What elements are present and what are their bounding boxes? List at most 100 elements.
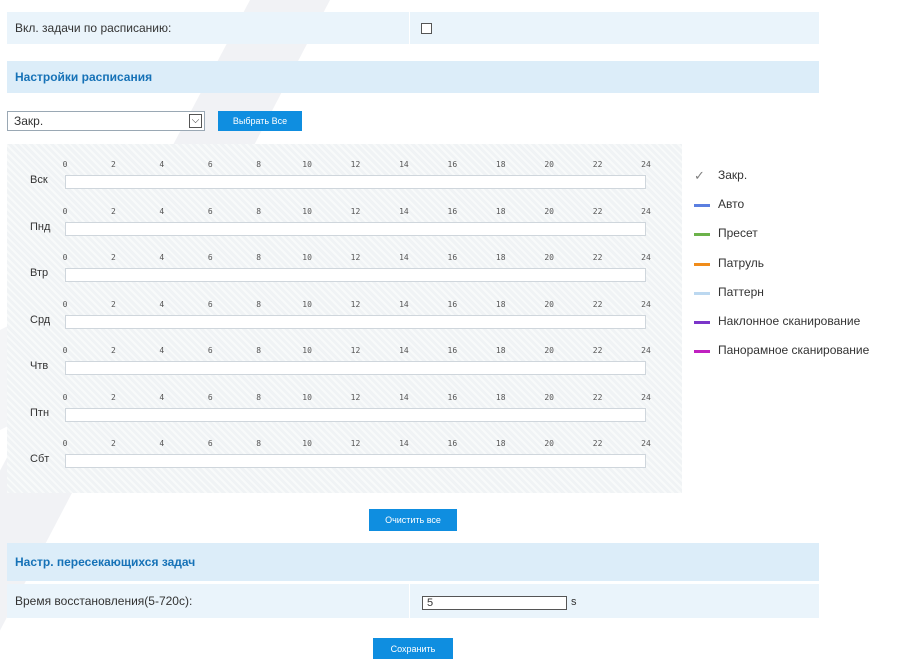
save-button[interactable]: Сохранить xyxy=(373,638,453,659)
hour-tick-label: 2 xyxy=(110,299,116,309)
hour-tick-label: 22 xyxy=(592,439,603,448)
hour-tick-label: 6 xyxy=(207,439,213,448)
hour-tick-label: 6 xyxy=(207,160,213,169)
row-divider xyxy=(409,584,410,618)
schedule-day-row: Втр 0 2 4 6 8 10 12 14 16 18 20 22 24 xyxy=(7,241,682,287)
hour-tick-label: 12 xyxy=(350,439,361,448)
hour-tick-label: 14 xyxy=(399,253,409,262)
hour-tick-label: 10 xyxy=(302,160,312,169)
day-label: Вск xyxy=(30,174,48,186)
schedule-day-row: Пнд 0 2 4 6 8 10 12 14 16 18 20 22 24 xyxy=(7,195,682,241)
hour-tick-label: 6 xyxy=(207,253,213,262)
hour-tick-label: 8 xyxy=(256,206,262,216)
legend-label: Наклонное сканирование xyxy=(718,314,861,328)
hour-tick-label: 8 xyxy=(256,253,262,262)
hour-tick-label: 22 xyxy=(592,160,603,169)
hour-tick-label: 8 xyxy=(256,392,262,402)
hour-tick-label: 18 xyxy=(495,346,506,355)
schedule-day-row: Вск 0 2 4 6 8 10 12 14 16 18 20 22 24 xyxy=(7,148,682,194)
hour-tick-label: 24 xyxy=(641,253,651,262)
hour-tick-label: 10 xyxy=(302,439,312,448)
eraser-icon: ✓ xyxy=(694,168,705,183)
legend-label: Закр. xyxy=(718,168,748,182)
overlap-settings-title: Настр. пересекающихся задач xyxy=(15,555,196,569)
hour-tick-label: 4 xyxy=(159,439,165,448)
hour-tick-label: 8 xyxy=(256,439,262,448)
hour-tick-label: 24 xyxy=(641,160,651,169)
hour-tick-label: 20 xyxy=(544,253,554,262)
hour-tick-label: 10 xyxy=(302,299,312,309)
chevron-down-icon[interactable]: ⌵ xyxy=(189,114,202,128)
legend-color-swatch xyxy=(694,321,710,324)
hour-tick-label: 0 xyxy=(62,392,68,402)
schedule-enable-label: Вкл. задачи по расписанию: xyxy=(15,21,172,35)
hour-tick-label: 6 xyxy=(207,206,213,216)
hour-tick-label: 0 xyxy=(62,160,68,169)
recovery-time-input[interactable]: 5 xyxy=(422,596,567,610)
hour-tick-label: 24 xyxy=(641,299,651,309)
hour-tick-label: 14 xyxy=(399,299,409,309)
hour-tick-label: 4 xyxy=(159,206,165,216)
recovery-time-row: Время восстановления(5-720с): xyxy=(7,584,819,618)
schedule-time-bar[interactable] xyxy=(65,407,646,422)
schedule-time-bar[interactable] xyxy=(65,361,646,375)
legend-label: Паттерн xyxy=(718,284,764,299)
legend-label: Патруль xyxy=(718,255,765,270)
day-label: Пнд xyxy=(30,220,51,233)
recovery-time-unit: s xyxy=(571,596,577,608)
hour-tick-label: 4 xyxy=(159,346,165,355)
schedule-day-row: Срд 0 2 4 6 8 10 12 14 16 18 20 22 24 xyxy=(7,288,682,334)
hour-tick-label: 16 xyxy=(447,392,458,402)
schedule-time-bar[interactable] xyxy=(65,175,646,189)
hour-tick-label: 20 xyxy=(544,206,554,216)
hour-tick-label: 22 xyxy=(592,253,603,262)
hour-tick-label: 2 xyxy=(110,160,116,169)
hour-tick-label: 10 xyxy=(302,253,312,262)
schedule-settings-title: Настройки расписания xyxy=(15,70,153,84)
hour-tick-label: 0 xyxy=(62,299,68,309)
hour-tick-label: 2 xyxy=(110,346,116,355)
hour-tick-label: 22 xyxy=(592,299,603,309)
hour-tick-label: 18 xyxy=(495,206,506,216)
schedule-day-row: Чтв 0 2 4 6 8 10 12 14 16 18 20 22 24 xyxy=(7,334,682,380)
hour-tick-label: 24 xyxy=(641,206,651,216)
schedule-time-bar[interactable] xyxy=(65,314,646,329)
hour-tick-label: 18 xyxy=(495,160,506,169)
schedule-time-bar[interactable] xyxy=(65,268,646,282)
hour-tick-label: 18 xyxy=(495,439,506,448)
select-all-button[interactable]: Выбрать Все xyxy=(218,111,302,131)
hour-tick-label: 2 xyxy=(110,206,116,216)
hour-tick-label: 20 xyxy=(544,392,554,402)
recovery-time-label: Время восстановления(5-720с): xyxy=(15,594,193,608)
hour-tick-label: 12 xyxy=(350,160,361,169)
hour-tick-label: 8 xyxy=(256,346,262,355)
hour-tick-label: 2 xyxy=(110,253,116,262)
clear-all-button[interactable]: Очистить все xyxy=(369,509,457,531)
hour-tick-label: 0 xyxy=(62,439,68,448)
hour-tick-label: 14 xyxy=(399,439,409,448)
schedule-settings-header: Настройки расписания xyxy=(7,61,819,93)
hour-tick-label: 2 xyxy=(110,439,116,448)
hour-tick-label: 18 xyxy=(495,392,506,402)
hour-tick-label: 12 xyxy=(350,392,361,402)
hour-tick-label: 14 xyxy=(399,206,409,216)
schedule-mode-select[interactable]: Закр. ⌵ xyxy=(7,111,205,131)
schedule-time-bar[interactable] xyxy=(65,454,646,468)
schedule-time-bar[interactable] xyxy=(65,221,646,236)
schedule-mode-value: Закр. xyxy=(14,114,44,128)
hour-tick-label: 18 xyxy=(495,253,506,262)
schedule-enable-checkbox[interactable] xyxy=(421,23,432,34)
hour-tick-label: 18 xyxy=(495,299,506,309)
hour-tick-label: 4 xyxy=(159,253,165,262)
hour-tick-label: 10 xyxy=(302,206,312,216)
legend-color-swatch xyxy=(694,291,710,295)
hour-tick-label: 20 xyxy=(544,299,554,309)
hour-tick-label: 6 xyxy=(207,299,213,309)
hour-tick-label: 16 xyxy=(447,160,458,169)
day-label: Птн xyxy=(30,406,50,419)
hour-tick-label: 16 xyxy=(447,439,458,448)
hour-tick-label: 6 xyxy=(207,346,213,355)
hour-tick-label: 14 xyxy=(399,392,409,402)
row-divider xyxy=(409,12,410,44)
hour-tick-label: 22 xyxy=(592,392,603,402)
